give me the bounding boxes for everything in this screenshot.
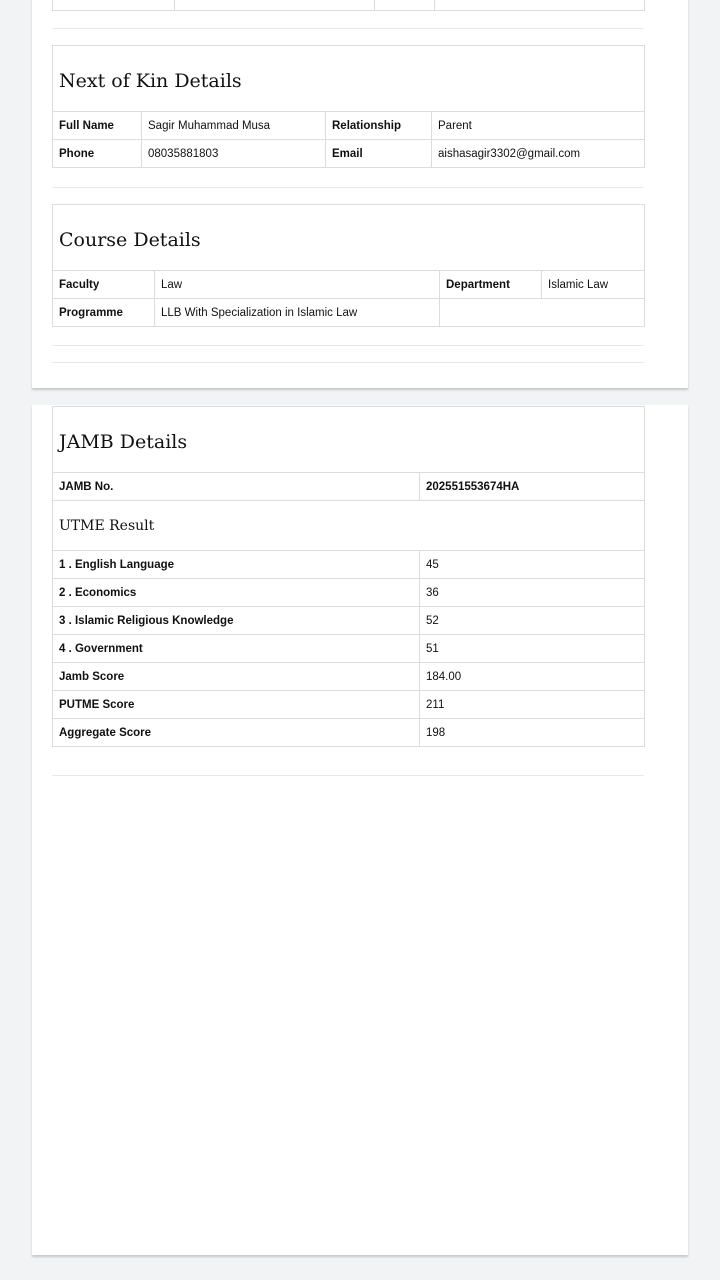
- email-label: Email: [325, 139, 432, 168]
- cutoff-cell: [374, 0, 435, 11]
- utme-result-title: UTME Result: [51, 500, 646, 551]
- jamb-score-label: Jamb Score: [52, 662, 420, 691]
- putme-score-label: PUTME Score: [52, 690, 420, 719]
- next-of-kin-table: Next of Kin Details Full Name Sagir Muha…: [51, 45, 646, 168]
- subject-score: 36: [418, 578, 646, 607]
- faculty-label: Faculty: [52, 270, 155, 299]
- page-sheet-1: Next of Kin Details Full Name Sagir Muha…: [32, 0, 688, 388]
- subject-name: 1 . English Language: [52, 550, 420, 579]
- relationship-label: Relationship: [325, 111, 432, 140]
- subject-score: 51: [418, 634, 646, 663]
- cutoff-cell: [434, 0, 645, 11]
- subject-name: 4 . Government: [52, 634, 420, 663]
- course-details-title: Course Details: [52, 204, 645, 271]
- subject-score: 45: [418, 550, 646, 579]
- jamb-score-value: 184.00: [418, 662, 646, 691]
- jamb-no-value: 202551553674HA: [418, 472, 646, 501]
- department-value: Islamic Law: [541, 270, 645, 299]
- subject-name: 3 . Islamic Religious Knowledge: [52, 606, 420, 635]
- full-name-value: Sagir Muhammad Musa: [141, 111, 326, 140]
- jamb-no-label: JAMB No.: [52, 472, 420, 501]
- course-details-table: Course Details Faculty Law Department Is…: [52, 204, 645, 327]
- cutoff-cell: [174, 0, 375, 11]
- divider: [52, 345, 644, 346]
- phone-value: 08035881803: [141, 139, 326, 168]
- relationship-value: Parent: [430, 111, 646, 140]
- empty-cell: [439, 298, 645, 327]
- full-name-label: Full Name: [52, 111, 142, 140]
- page-sheet-2: JAMB Details JAMB No. 202551553674HA UTM…: [32, 405, 688, 1255]
- cutoff-contact-table: [52, 0, 645, 11]
- subject-name: 2 . Economics: [52, 578, 420, 607]
- department-label: Department: [439, 270, 542, 299]
- aggregate-score-label: Aggregate Score: [52, 718, 420, 747]
- programme-label: Programme: [52, 298, 155, 327]
- faculty-value: Law: [154, 270, 440, 299]
- email-value: aishasagir3302@gmail.com: [430, 139, 646, 168]
- aggregate-score-value: 198: [418, 718, 646, 747]
- phone-label: Phone: [52, 139, 142, 168]
- jamb-details-table: JAMB Details JAMB No. 202551553674HA UTM…: [51, 406, 646, 747]
- divider: [52, 775, 644, 776]
- divider: [52, 187, 644, 188]
- next-of-kin-title: Next of Kin Details: [51, 45, 646, 112]
- putme-score-value: 211: [418, 690, 646, 719]
- jamb-details-title: JAMB Details: [51, 406, 646, 473]
- subject-score: 52: [418, 606, 646, 635]
- divider: [52, 362, 644, 363]
- divider: [52, 28, 644, 29]
- cutoff-cell: [52, 0, 175, 11]
- programme-value: LLB With Specialization in Islamic Law: [154, 298, 440, 327]
